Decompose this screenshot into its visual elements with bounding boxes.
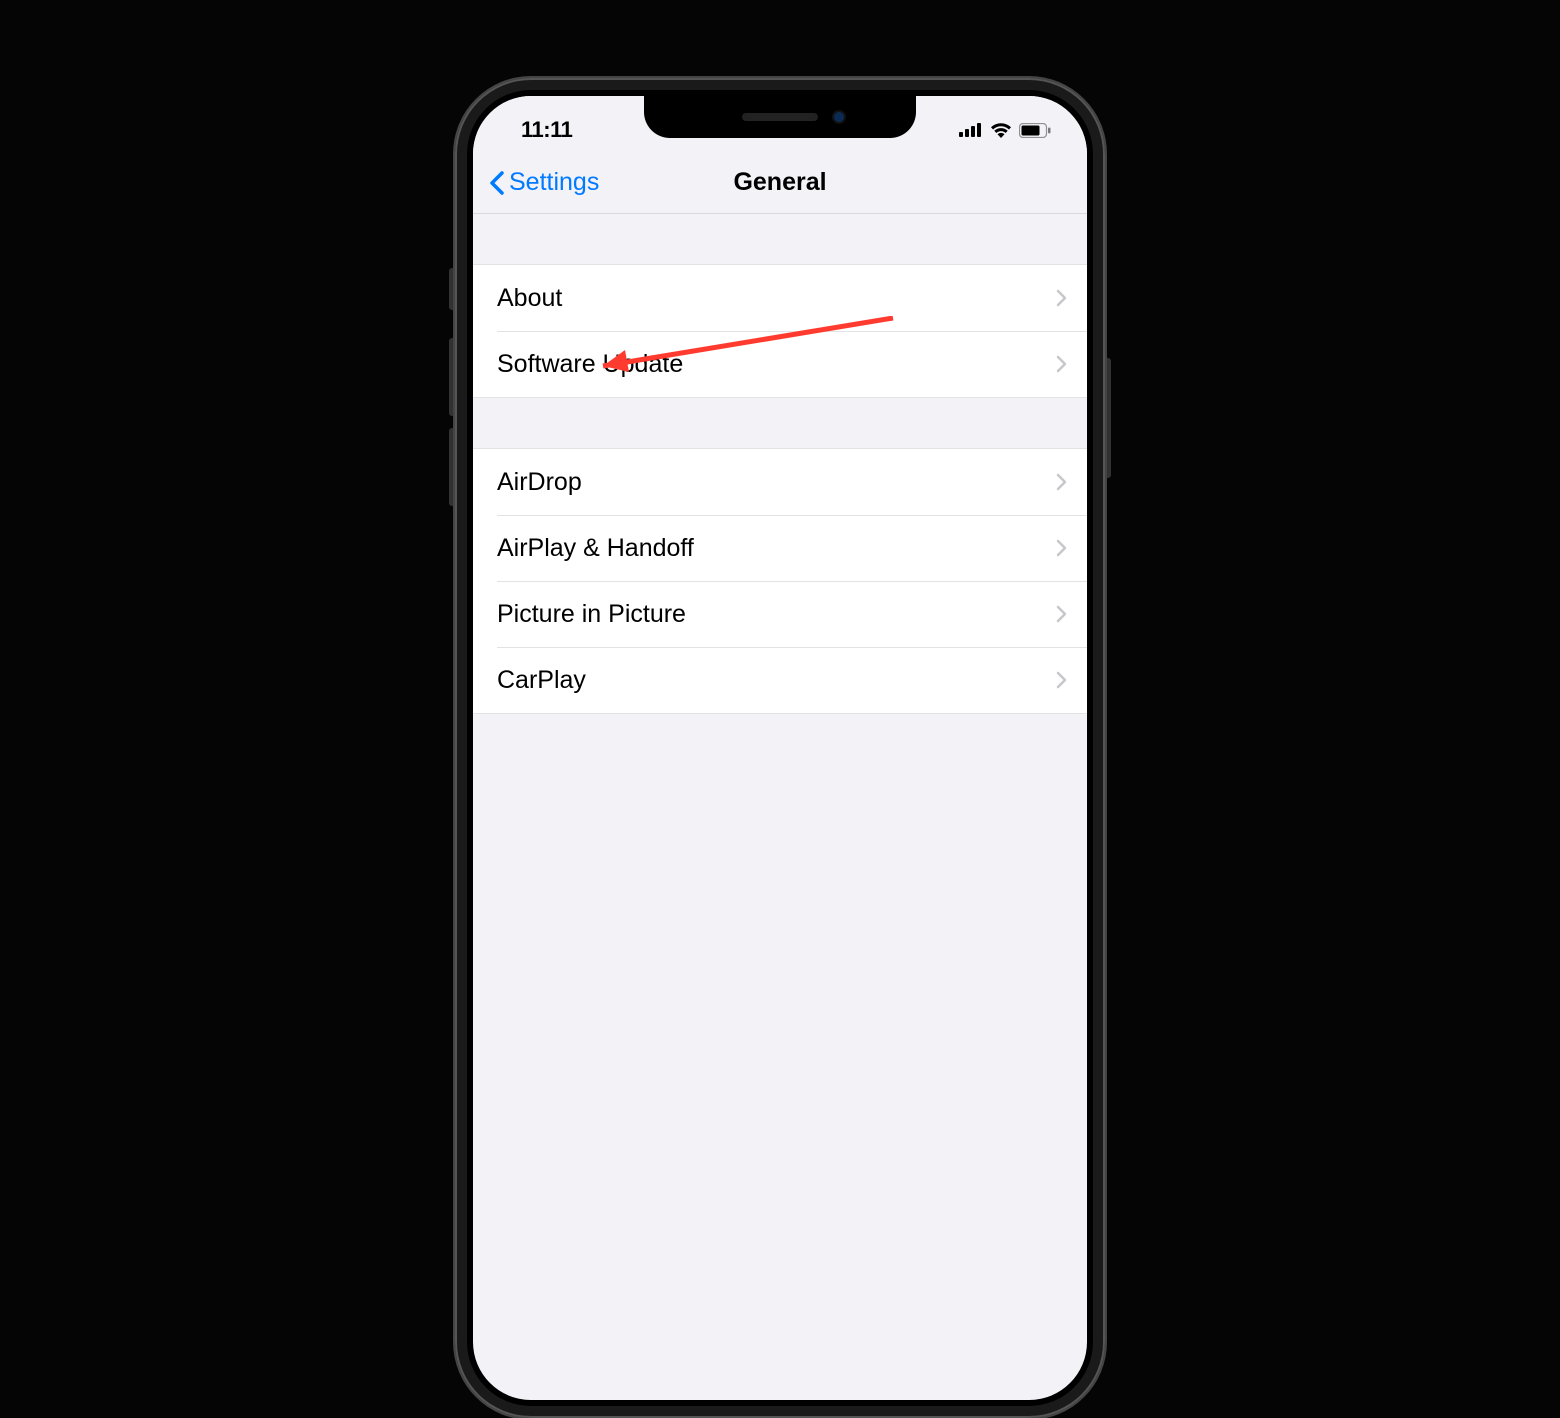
row-airplay-handoff[interactable]: AirPlay & Handoff — [473, 515, 1087, 581]
chevron-right-icon — [1056, 605, 1067, 623]
speaker-grille — [742, 113, 818, 121]
group-spacer — [473, 398, 1087, 448]
row-carplay[interactable]: CarPlay — [473, 647, 1087, 713]
phone-device-frame: 11:11 — [455, 78, 1105, 1418]
settings-list-group-2: AirDrop AirPlay & Handoff Picture in Pic… — [473, 448, 1087, 714]
chevron-right-icon — [1056, 473, 1067, 491]
back-button-label: Settings — [509, 168, 599, 197]
row-picture-in-picture[interactable]: Picture in Picture — [473, 581, 1087, 647]
phone-screen: 11:11 — [473, 96, 1087, 1400]
back-button[interactable]: Settings — [489, 168, 599, 197]
row-label: Picture in Picture — [497, 600, 686, 629]
row-label: AirDrop — [497, 468, 582, 497]
group-spacer — [473, 214, 1087, 264]
chevron-right-icon — [1056, 355, 1067, 373]
chevron-right-icon — [1056, 289, 1067, 307]
status-icons — [959, 122, 1057, 138]
row-software-update[interactable]: Software Update — [473, 331, 1087, 397]
row-label: CarPlay — [497, 666, 586, 695]
status-time: 11:11 — [503, 117, 572, 143]
row-label: About — [497, 284, 562, 313]
navigation-bar: Settings General — [473, 152, 1087, 214]
row-airdrop[interactable]: AirDrop — [473, 449, 1087, 515]
wifi-icon — [990, 122, 1012, 138]
phone-notch — [644, 96, 916, 138]
row-about[interactable]: About — [473, 265, 1087, 331]
battery-icon — [1019, 123, 1051, 138]
row-label: Software Update — [497, 350, 683, 379]
chevron-right-icon — [1056, 539, 1067, 557]
power-button — [1105, 358, 1111, 478]
nav-title: General — [733, 168, 826, 197]
chevron-right-icon — [1056, 671, 1067, 689]
front-camera — [832, 110, 846, 124]
row-label: AirPlay & Handoff — [497, 534, 694, 563]
chevron-left-icon — [489, 171, 505, 195]
settings-list-group-1: About Software Update — [473, 264, 1087, 398]
cellular-icon — [959, 123, 983, 137]
